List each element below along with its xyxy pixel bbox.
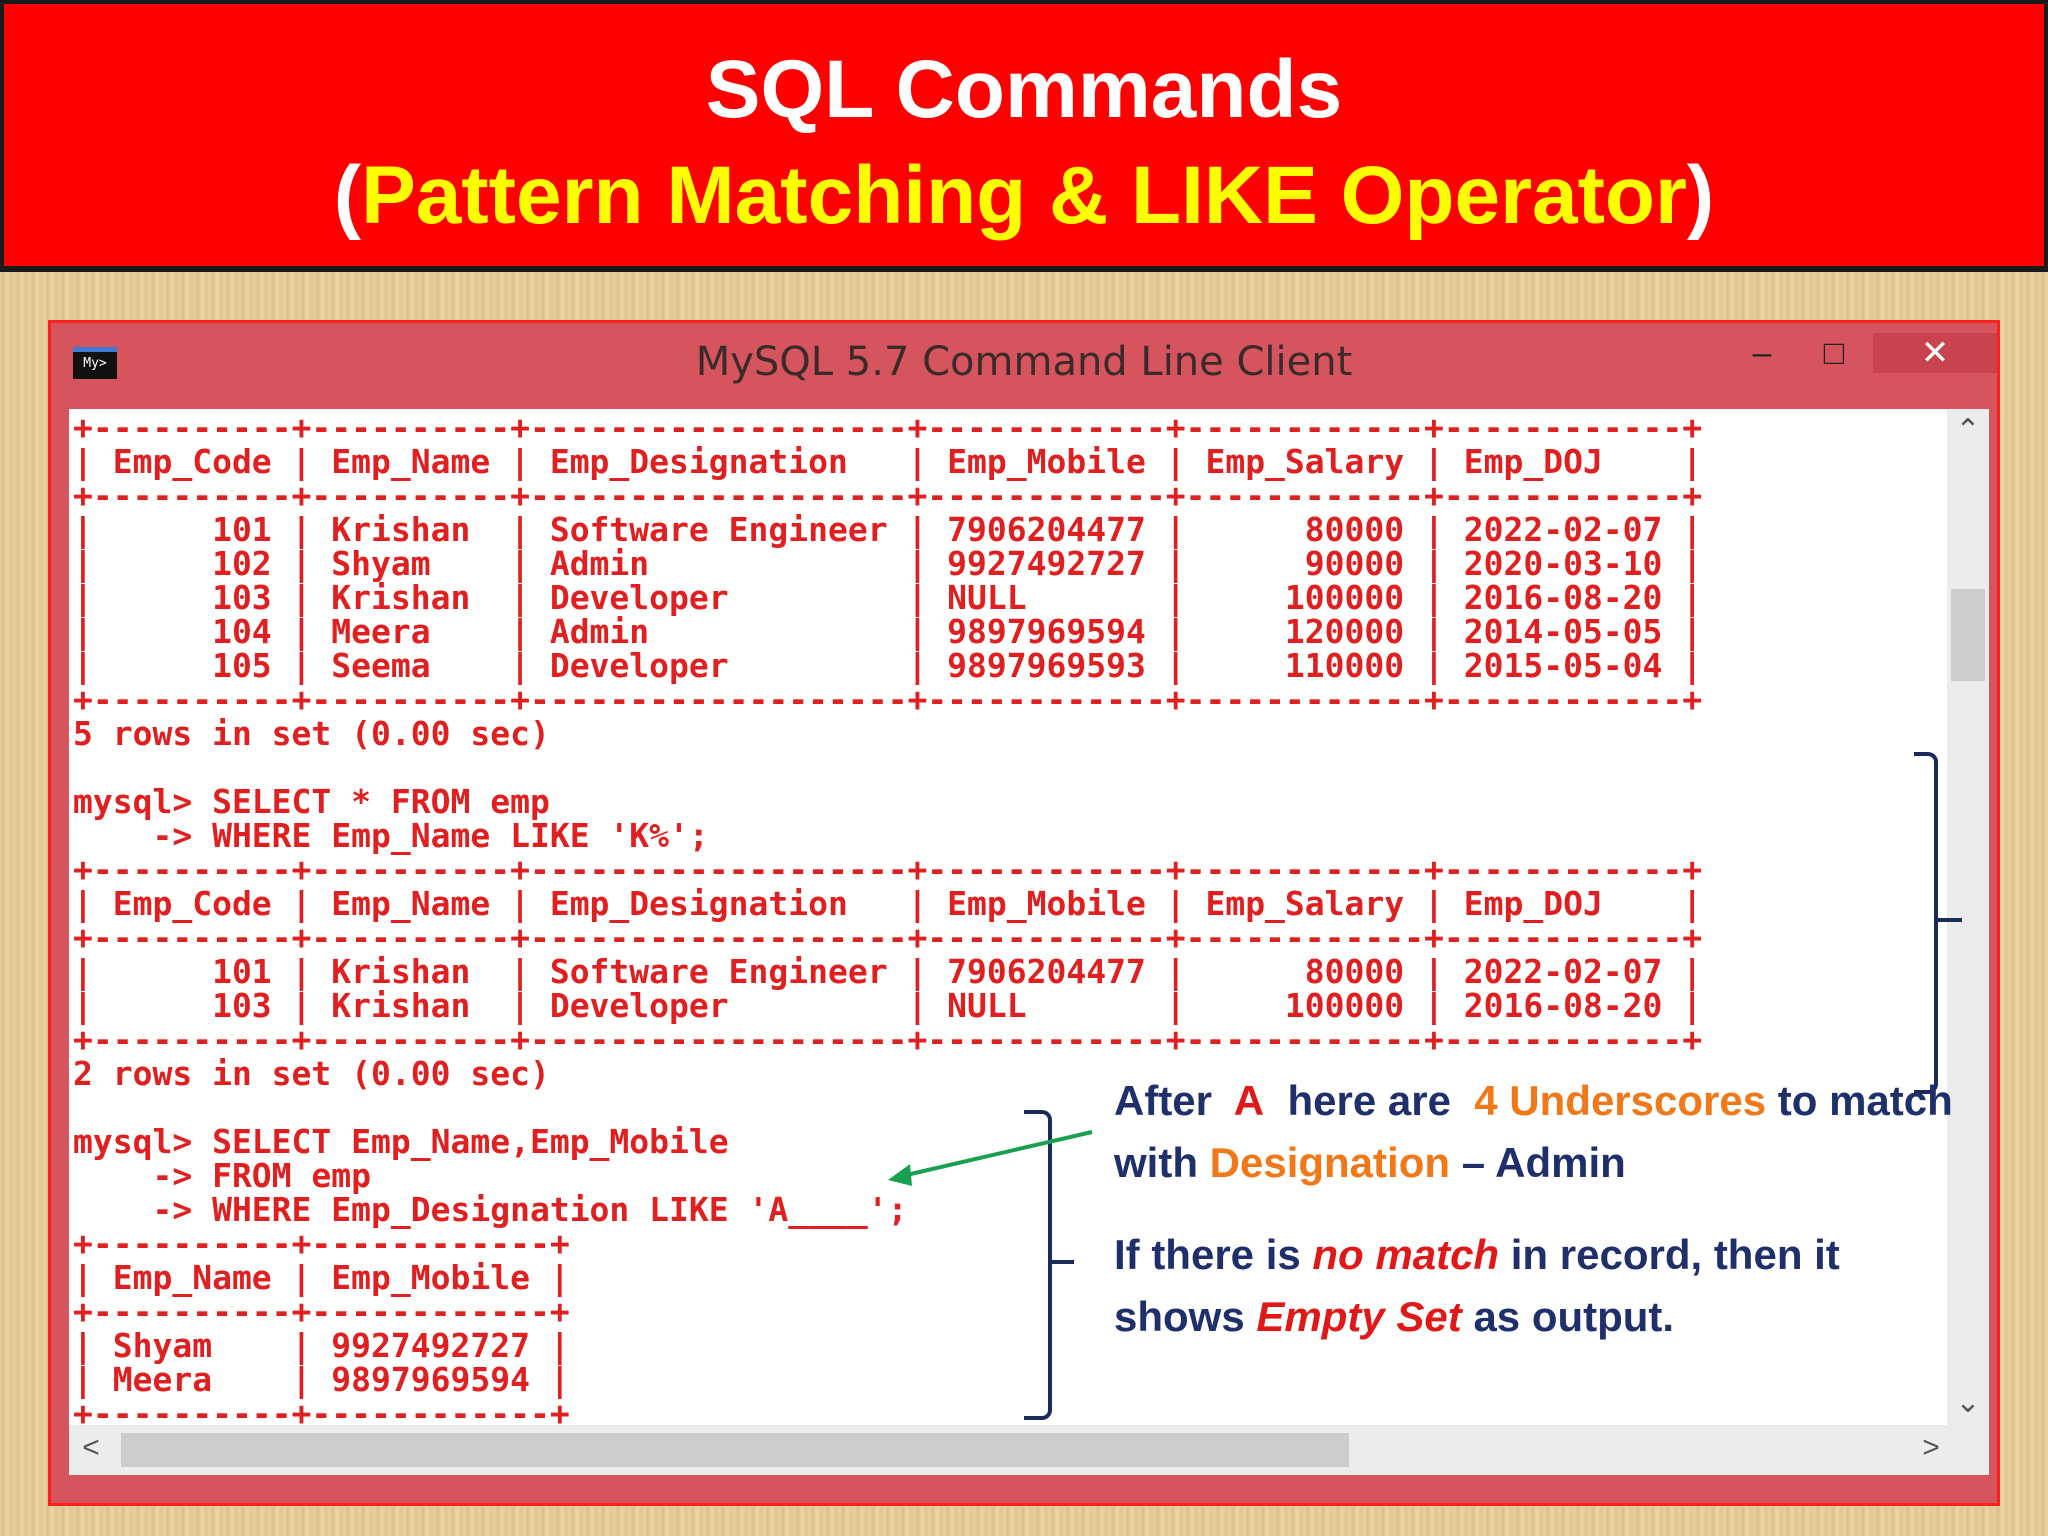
annotation-note-2: If there is no match in record, then it … <box>1114 1224 1954 1348</box>
scroll-left-icon[interactable]: < <box>73 1431 109 1469</box>
slide-title: SQL Commands <box>705 44 1343 135</box>
annotation-note-1: After A here are 4 Underscores to match … <box>1114 1070 1954 1194</box>
close-button[interactable]: ✕ <box>1873 333 1997 373</box>
slide-title-banner: SQL Commands (Pattern Matching & LIKE Op… <box>0 0 2048 272</box>
scroll-right-icon[interactable]: > <box>1913 1431 1949 1469</box>
subtitle-close-paren: ) <box>1686 150 1715 241</box>
horizontal-scrollbar[interactable]: < > <box>69 1425 1989 1475</box>
slide-subtitle: (Pattern Matching & LIKE Operator) <box>4 146 2044 246</box>
horizontal-scroll-thumb[interactable] <box>121 1433 1349 1467</box>
note2-if-there-is: If there is <box>1114 1231 1301 1278</box>
window-titlebar[interactable]: My> MySQL 5.7 Command Line Client – □ ✕ <box>51 323 1997 407</box>
note1-here-are: here are <box>1287 1077 1451 1124</box>
pointer-arrow-icon <box>888 1130 1093 1186</box>
scroll-up-icon[interactable]: ⌃ <box>1947 413 1989 449</box>
note1-underscores: 4 Underscores <box>1474 1077 1767 1124</box>
note2-as-output: as output. <box>1473 1293 1675 1340</box>
bracket-query3-tip <box>1052 1260 1074 1264</box>
scroll-down-icon[interactable]: ⌄ <box>1947 1385 1989 1421</box>
note1-designation: Designation <box>1209 1139 1451 1186</box>
note1-admin: – Admin <box>1461 1139 1626 1186</box>
bracket-query2-tip <box>1938 918 1962 922</box>
note1-after: After <box>1114 1077 1213 1124</box>
window-title: MySQL 5.7 Command Line Client <box>695 339 1353 385</box>
vertical-scroll-thumb[interactable] <box>1951 589 1985 681</box>
subtitle-text: Pattern Matching & LIKE Operator <box>361 150 1687 241</box>
note2-empty-set: Empty Set <box>1256 1293 1462 1340</box>
subtitle-open-paren: ( <box>333 150 362 241</box>
maximize-button[interactable]: □ <box>1807 333 1861 373</box>
note2-no-match: no match <box>1312 1231 1500 1278</box>
bracket-query2 <box>1914 752 1938 1094</box>
minimize-button[interactable]: – <box>1735 333 1789 373</box>
note1-letter-a: A <box>1233 1077 1265 1124</box>
